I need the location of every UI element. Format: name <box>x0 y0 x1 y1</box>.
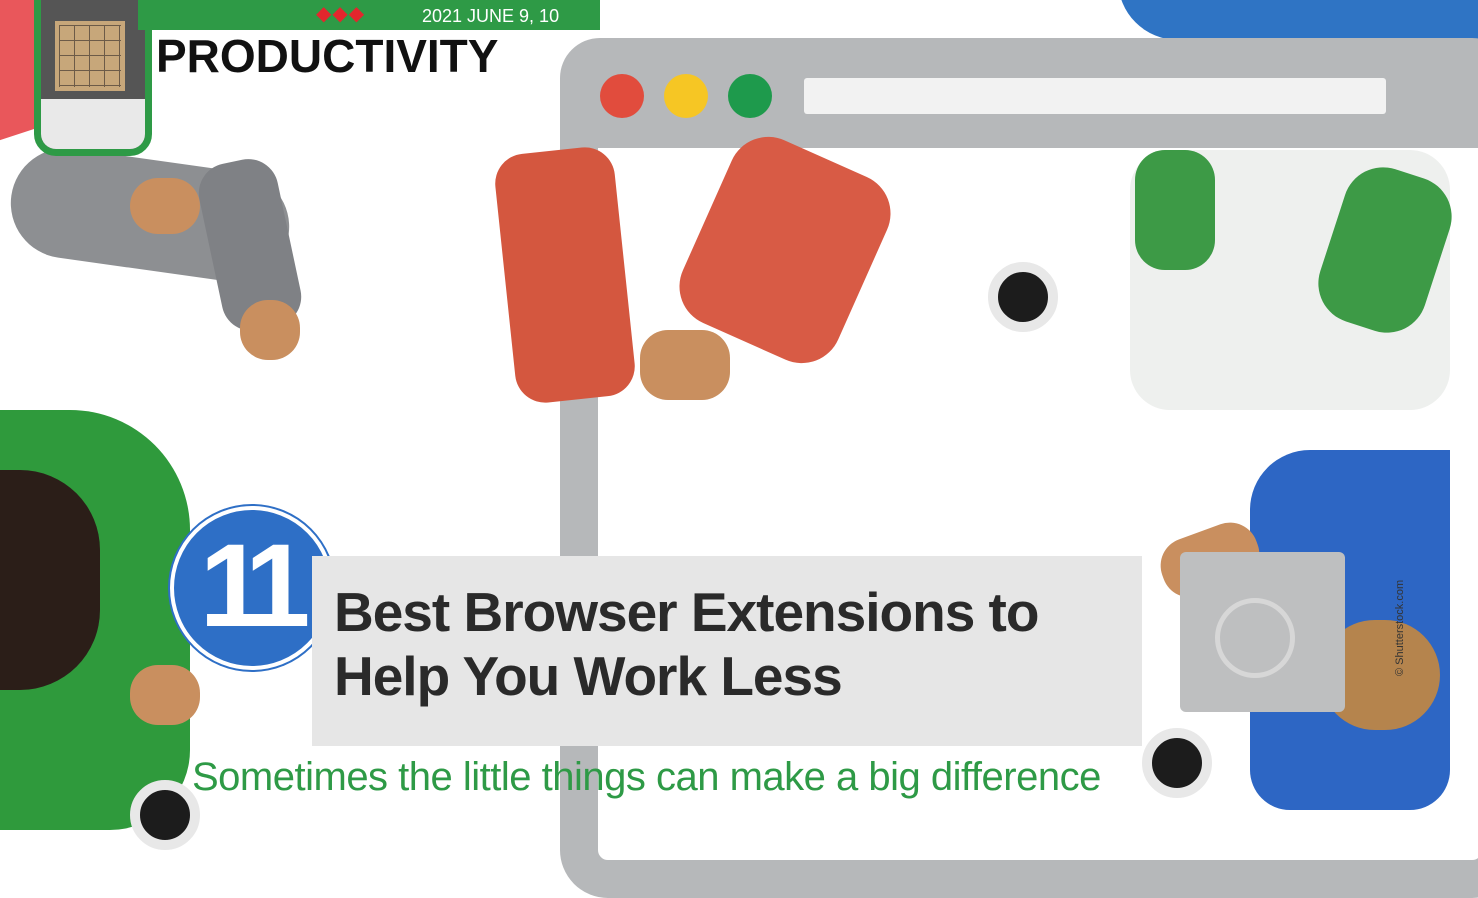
thumbnail-video-grid <box>59 25 121 87</box>
thumbnail-desk <box>41 99 145 149</box>
person-green-arm <box>1135 150 1215 270</box>
browser-address-bar-illustration <box>804 78 1386 114</box>
image-credit: © Shutterstock.com <box>1394 579 1406 676</box>
diamond-icons: ◆◆◆ <box>316 3 366 25</box>
magnifier-icon <box>1215 598 1295 678</box>
browser-minimize-dot-icon <box>664 74 708 118</box>
article-title-line-2: Help You Work Less <box>334 645 843 707</box>
hand <box>130 665 200 725</box>
browser-maximize-dot-icon <box>728 74 772 118</box>
article-title-line-1: Best Browser Extensions to <box>334 581 1039 643</box>
coffee-cup-icon <box>988 262 1058 332</box>
article-title: Best Browser Extensions to Help You Work… <box>334 580 1154 708</box>
coffee-cup-icon <box>1142 728 1212 798</box>
number-badge-text: 11 <box>199 520 311 652</box>
hand <box>240 300 300 360</box>
section-category: PRODUCTIVITY <box>156 30 499 82</box>
article-subtitle: Sometimes the little things can make a b… <box>192 755 1101 799</box>
hand <box>130 178 200 234</box>
blue-corner-decoration <box>1118 0 1478 40</box>
hand <box>640 330 730 400</box>
coffee-cup-icon <box>130 780 200 850</box>
issue-date: 2021 JUNE 9, 10 <box>422 6 560 26</box>
browser-close-dot-icon <box>600 74 644 118</box>
section-thumbnail <box>34 0 152 156</box>
